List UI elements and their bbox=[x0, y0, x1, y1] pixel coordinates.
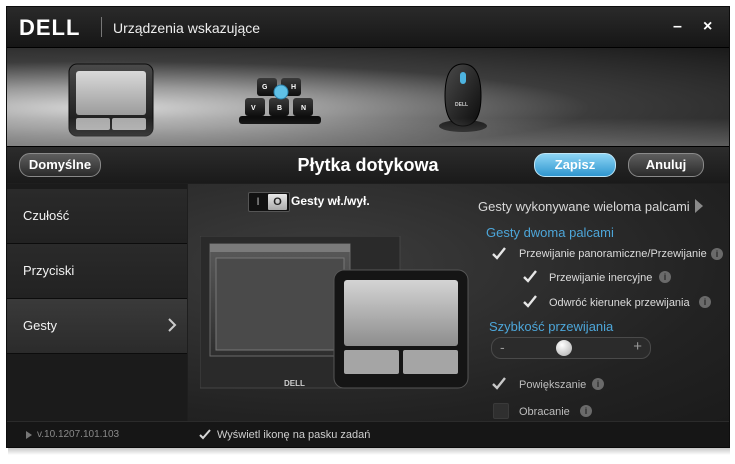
mouse-icon: DELL bbox=[439, 63, 487, 132]
sidebar-item-sensitivity[interactable]: Czułość bbox=[7, 189, 187, 244]
save-button[interactable]: Zapisz bbox=[534, 153, 616, 177]
info-icon[interactable]: i bbox=[580, 405, 592, 417]
toggle-off-label: I bbox=[256, 196, 260, 208]
sidebar-item-buttons[interactable]: Przyciski bbox=[7, 244, 187, 299]
window-title: Urządzenia wskazujące bbox=[113, 20, 261, 36]
key-h: H bbox=[291, 84, 296, 91]
multi-finger-gestures-link[interactable]: Gesty wykonywane wieloma palcami bbox=[478, 199, 690, 214]
gesture-preview-image: DELL bbox=[200, 236, 469, 389]
keyboard-device-button[interactable]: G H V B N bbox=[235, 74, 325, 132]
touchpad-device-button[interactable] bbox=[67, 62, 155, 138]
slider-knob[interactable] bbox=[556, 340, 572, 356]
preview-brand: DELL bbox=[284, 379, 305, 388]
zoom-label: Powiększanie bbox=[519, 379, 587, 391]
slider-plus-label: + bbox=[633, 338, 642, 355]
mouse-device-button[interactable]: DELL bbox=[437, 60, 489, 136]
page-title: Płytka dotykowa bbox=[297, 155, 439, 175]
dell-logo: DELL bbox=[19, 15, 81, 40]
chevron-right-icon bbox=[695, 199, 703, 213]
sidebar-item-gestures[interactable]: Gesty bbox=[7, 299, 187, 354]
key-v: V bbox=[251, 105, 256, 112]
version-label: v.10.1207.101.103 bbox=[37, 429, 120, 440]
sidebar-item-label: Przyciski bbox=[23, 263, 75, 278]
sidebar-item-label: Gesty bbox=[23, 318, 57, 333]
chevron-right-icon bbox=[168, 318, 177, 332]
close-button[interactable]: × bbox=[703, 18, 712, 36]
reverse-scroll-label: Odwróć kierunek przewijania bbox=[549, 297, 690, 309]
app-window: DELL Urządzenia wskazujące – × G H V B N… bbox=[6, 6, 730, 448]
inertial-scroll-label: Przewijanie inercyjne bbox=[549, 272, 653, 284]
info-icon[interactable]: i bbox=[659, 271, 671, 283]
sidebar: Czułość Przyciski Gesty bbox=[7, 184, 187, 421]
key-n: N bbox=[301, 105, 306, 112]
zoom-checkbox[interactable] bbox=[491, 375, 507, 391]
expand-arrow-icon[interactable] bbox=[25, 430, 33, 440]
pan-scroll-label: Przewijanie panoramiczne/Przewijanie bbox=[519, 248, 707, 260]
touchpad-device-icon bbox=[68, 63, 154, 137]
tray-icon-checkbox[interactable] bbox=[198, 427, 212, 441]
toggle-on-label: O bbox=[268, 194, 287, 210]
gestures-panel: I O Gesty wł./wył. DELL Gesty wykonywane… bbox=[188, 184, 729, 421]
gestures-toggle[interactable]: I O bbox=[248, 192, 290, 212]
window-shadow bbox=[8, 447, 730, 455]
gestures-toggle-label: Gesty wł./wył. bbox=[291, 194, 370, 208]
scroll-speed-slider[interactable]: - + bbox=[491, 337, 651, 359]
minimize-button[interactable]: – bbox=[673, 18, 682, 36]
key-b: B bbox=[277, 105, 282, 112]
inertial-scroll-checkbox[interactable] bbox=[522, 268, 538, 284]
footer: v.10.1207.101.103 Wyświetl ikonę na pask… bbox=[7, 421, 729, 447]
reverse-scroll-checkbox[interactable] bbox=[522, 293, 538, 309]
mouse-brand: DELL bbox=[455, 102, 468, 108]
rotate-label: Obracanie bbox=[519, 406, 570, 418]
two-finger-gestures-heading: Gesty dwoma palcami bbox=[486, 225, 614, 240]
info-icon[interactable]: i bbox=[592, 378, 604, 390]
cancel-button[interactable]: Anuluj bbox=[628, 153, 704, 177]
title-separator bbox=[101, 17, 102, 37]
rotate-checkbox[interactable] bbox=[493, 403, 509, 419]
keyboard-keys-icon: G H V B N bbox=[239, 78, 321, 124]
scroll-speed-heading: Szybkość przewijania bbox=[489, 319, 614, 334]
toolbar: Domyślne Płytka dotykowa Zapisz Anuluj bbox=[7, 147, 729, 183]
sidebar-item-label: Czułość bbox=[23, 208, 70, 223]
key-g: G bbox=[262, 84, 268, 91]
info-icon[interactable]: i bbox=[699, 296, 711, 308]
pan-scroll-checkbox[interactable] bbox=[491, 245, 507, 261]
slider-minus-label: - bbox=[500, 339, 505, 355]
tray-icon-label: Wyświetl ikonę na pasku zadań bbox=[217, 429, 371, 441]
device-banner: G H V B N DELL bbox=[7, 48, 729, 147]
title-bar: DELL Urządzenia wskazujące – × bbox=[7, 7, 729, 48]
info-icon[interactable]: i bbox=[711, 248, 723, 260]
